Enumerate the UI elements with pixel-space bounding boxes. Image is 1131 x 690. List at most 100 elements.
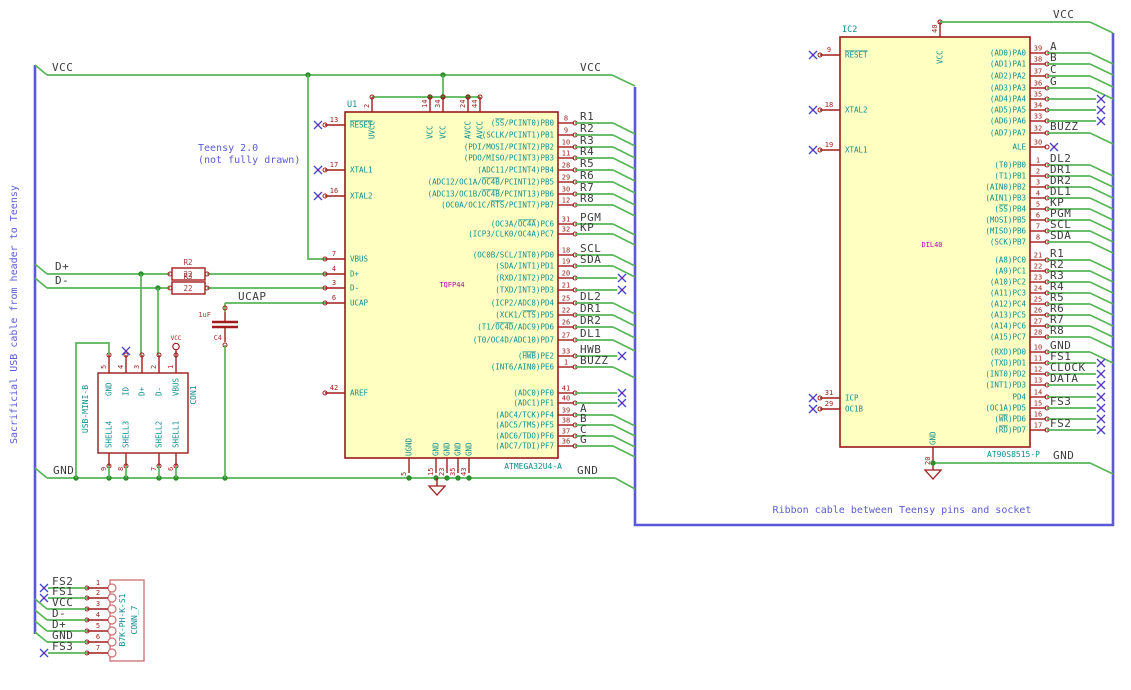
pin-name: SHELL2 (155, 421, 164, 448)
pin-number: 39 (1034, 45, 1042, 53)
bus-entry (1089, 351, 1114, 364)
pin-number: 27 (1034, 318, 1042, 326)
pin-name: (OC3A/OC4A)PC6 (491, 220, 555, 229)
pin-name: (A12)PC4 (990, 300, 1027, 309)
pin-name: VCC (936, 50, 945, 64)
pin-name: GND (465, 442, 474, 456)
pin-number: 27 (562, 332, 570, 340)
pin-number: 32 (562, 226, 570, 234)
no-connect-dot (42, 586, 46, 590)
pin-name: (ADC1)PF1 (513, 399, 554, 408)
bus-entry (1089, 21, 1114, 34)
no-connect-dot (1099, 383, 1103, 387)
pin-number: 25 (1034, 296, 1042, 304)
pin-number: 12 (562, 197, 570, 205)
pin-number: 7 (150, 467, 158, 471)
pin-number: 7 (332, 250, 336, 258)
junction-dot (930, 460, 936, 466)
net-label-vcc: VCC (1053, 8, 1074, 21)
pin-number: 16 (1034, 411, 1042, 419)
no-connect-dot (124, 349, 128, 353)
no-connect-dot (811, 396, 815, 400)
no-connect-dot (42, 596, 46, 600)
pin-number: 24 (459, 100, 467, 108)
bus-entry (1089, 63, 1114, 76)
pin-number: 7 (1036, 223, 1040, 231)
no-connect-dot (620, 276, 624, 280)
ic-ic2[interactable]: IC2AT90S8515-PDIL409RESET18XTAL219XTAL13… (808, 19, 1106, 465)
bus-entry (612, 122, 636, 135)
pin-number: 33 (1034, 113, 1042, 121)
bus-entry (1089, 132, 1114, 145)
pin-name: XTAL2 (350, 192, 373, 201)
no-connect-dot (620, 354, 624, 358)
pin-name: GND (432, 442, 441, 456)
vcc-power-symbol: VCC (171, 335, 182, 355)
pin-number: 30 (562, 186, 570, 194)
pin-name: (RXD/INT2)PD2 (495, 274, 554, 283)
pin-number: 1 (167, 365, 175, 369)
no-connect-dot (42, 651, 46, 655)
no-connect-dot (1099, 97, 1103, 101)
pin-name: SHELL1 (172, 421, 181, 448)
no-connect-dot (1099, 361, 1103, 365)
pin-number: 9 (827, 46, 831, 54)
pin-name: (A8)PC0 (994, 256, 1026, 265)
no-connect-dot (1099, 119, 1103, 123)
no-connect-dot (316, 123, 320, 127)
note-teensy: Teensy 2.0 (not fully drawn) (198, 143, 300, 167)
pin-name: (T1/OC4D/ADC9)PD6 (477, 323, 554, 332)
pin-name: (A13)PC5 (990, 311, 1026, 320)
no-connect-dot (811, 148, 815, 152)
pin-number: 5 (96, 622, 100, 630)
pin-number: 34 (1034, 102, 1042, 110)
pin-socket (107, 604, 117, 614)
net-label-vcc: VCC (52, 61, 73, 74)
pin-number: 1 (564, 359, 568, 367)
pin-name: XTAL2 (845, 106, 868, 115)
pin-number: 38 (1034, 56, 1042, 64)
pin-number: 24 (1034, 285, 1042, 293)
pin-name: UGND (405, 437, 414, 456)
bus-entry (1089, 186, 1114, 199)
ground-symbol (923, 469, 943, 480)
no-connect-icon (1096, 392, 1106, 402)
pin-name: (AD7)PA7 (990, 129, 1026, 138)
pin-number: 29 (825, 400, 833, 408)
header-conn7[interactable]: B7K-PH-K-S1 CONN_71FS22FS13VCC4D-5D+6GND7… (39, 575, 145, 662)
no-connect-icon (808, 145, 818, 155)
no-connect-dot (811, 53, 815, 57)
pin-number: 19 (825, 141, 833, 149)
no-connect-icon (1096, 403, 1106, 413)
pin-name: (TXD/INT3)PD3 (495, 286, 554, 295)
resistor-r3-ref: R3 (183, 272, 192, 281)
pin-name: UCAP (350, 299, 369, 308)
no-connect-icon (617, 273, 627, 283)
pin-number: 13 (330, 116, 338, 124)
pin-name: D- (155, 387, 164, 396)
pin-number: 36 (1034, 80, 1042, 88)
pin-number: 21 (562, 282, 570, 290)
pin-number: 28 (562, 162, 570, 170)
ic-u1[interactable]: U1ATMEGA32U4-ATQFP4413RESET17XTAL116XTAL… (313, 94, 627, 476)
no-connect-icon (1096, 105, 1106, 115)
pin-name: RESET (845, 51, 868, 60)
pin-number: 2 (363, 104, 371, 108)
bus-entry (34, 631, 48, 643)
no-connect-icon (1049, 142, 1059, 152)
bus-entry (612, 157, 636, 170)
no-connect-icon (121, 346, 131, 356)
pin-number: 22 (562, 307, 570, 315)
pin-name: (INT0)PD2 (985, 370, 1026, 379)
capacitor-c4[interactable]: 1uF C4 (198, 311, 238, 478)
net-label: R8 (1050, 324, 1064, 337)
pin-socket (107, 615, 117, 625)
pin-number: 22 (1034, 263, 1042, 271)
pin-socket (107, 593, 117, 603)
no-connect-icon (1096, 369, 1106, 379)
pin-name: VCC (426, 125, 435, 139)
no-connect-dot (1099, 417, 1103, 421)
no-connect-icon (1096, 425, 1106, 435)
pin-number: 4 (332, 265, 336, 273)
usb-connector-con1[interactable]: USB-MINI-B CON1 5 GND 4 ID 3 D+ 2 D- 1 VBUS 9 SHELL4 8… (75, 335, 198, 478)
